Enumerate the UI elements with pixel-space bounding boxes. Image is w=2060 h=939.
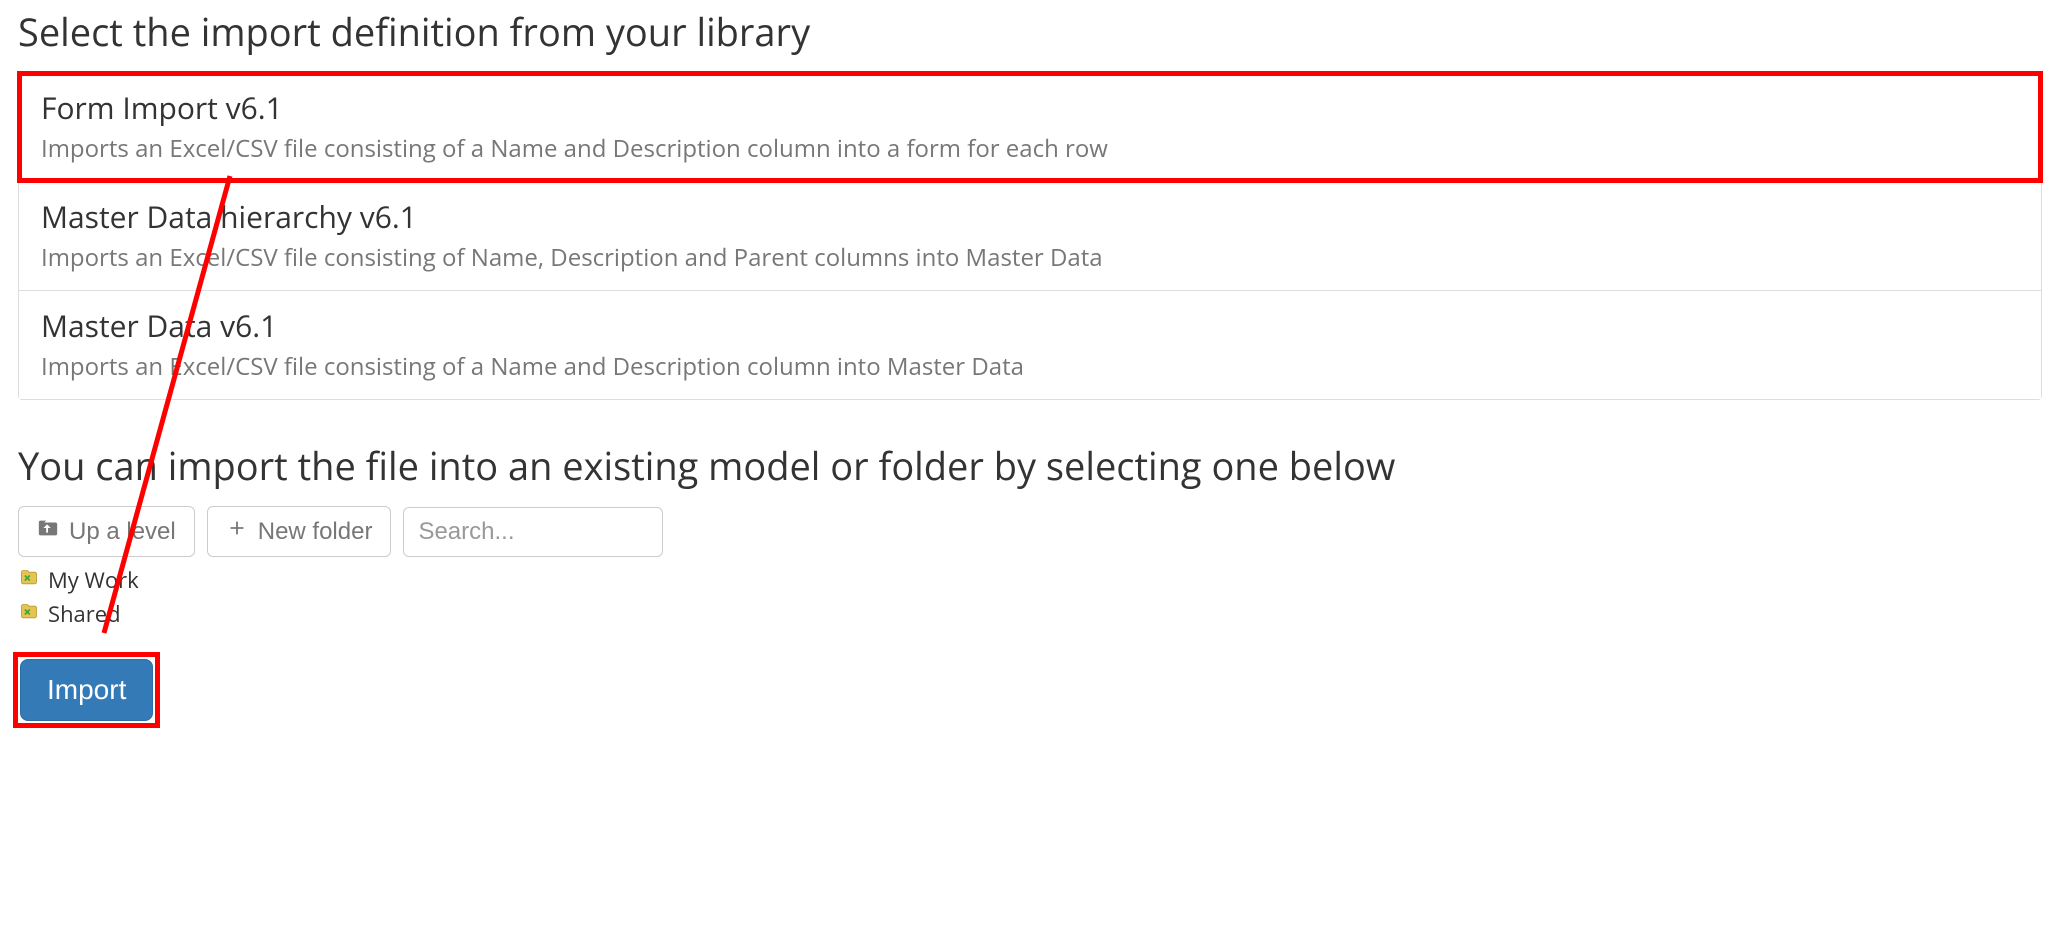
folder-tree: My Work Shared [18, 563, 2042, 631]
folder-item[interactable]: Shared [18, 597, 2042, 631]
definition-title: Master Data hierarchy v6.1 [41, 196, 2019, 237]
definition-item[interactable]: Master Data hierarchy v6.1 Imports an Ex… [19, 181, 2041, 290]
folder-label: My Work [48, 565, 139, 595]
folder-icon [18, 565, 40, 595]
up-level-button[interactable]: Up a level [18, 506, 195, 557]
definition-list: Form Import v6.1 Imports an Excel/CSV fi… [18, 72, 2042, 400]
definition-description: Imports an Excel/CSV file consisting of … [41, 350, 2019, 383]
definition-item[interactable]: Form Import v6.1 Imports an Excel/CSV fi… [19, 73, 2041, 181]
import-location-heading: You can import the file into an existing… [18, 440, 2042, 492]
definition-title: Form Import v6.1 [41, 87, 2019, 128]
button-label: New folder [258, 518, 373, 546]
folder-item[interactable]: My Work [18, 563, 2042, 597]
import-button-highlight: Import [18, 657, 155, 723]
folder-up-icon [37, 517, 59, 546]
folder-toolbar: Up a level New folder [18, 506, 2042, 557]
new-folder-button[interactable]: New folder [207, 506, 392, 557]
definition-item[interactable]: Master Data v6.1 Imports an Excel/CSV fi… [19, 290, 2041, 399]
select-definition-heading: Select the import definition from your l… [18, 6, 2042, 58]
plus-icon [226, 517, 248, 546]
search-input[interactable] [403, 507, 663, 557]
definition-description: Imports an Excel/CSV file consisting of … [41, 132, 2019, 165]
folder-label: Shared [48, 599, 121, 629]
definition-title: Master Data v6.1 [41, 305, 2019, 346]
definition-description: Imports an Excel/CSV file consisting of … [41, 241, 2019, 274]
import-button[interactable]: Import [20, 659, 153, 721]
button-label: Up a level [69, 518, 176, 546]
folder-icon [18, 599, 40, 629]
